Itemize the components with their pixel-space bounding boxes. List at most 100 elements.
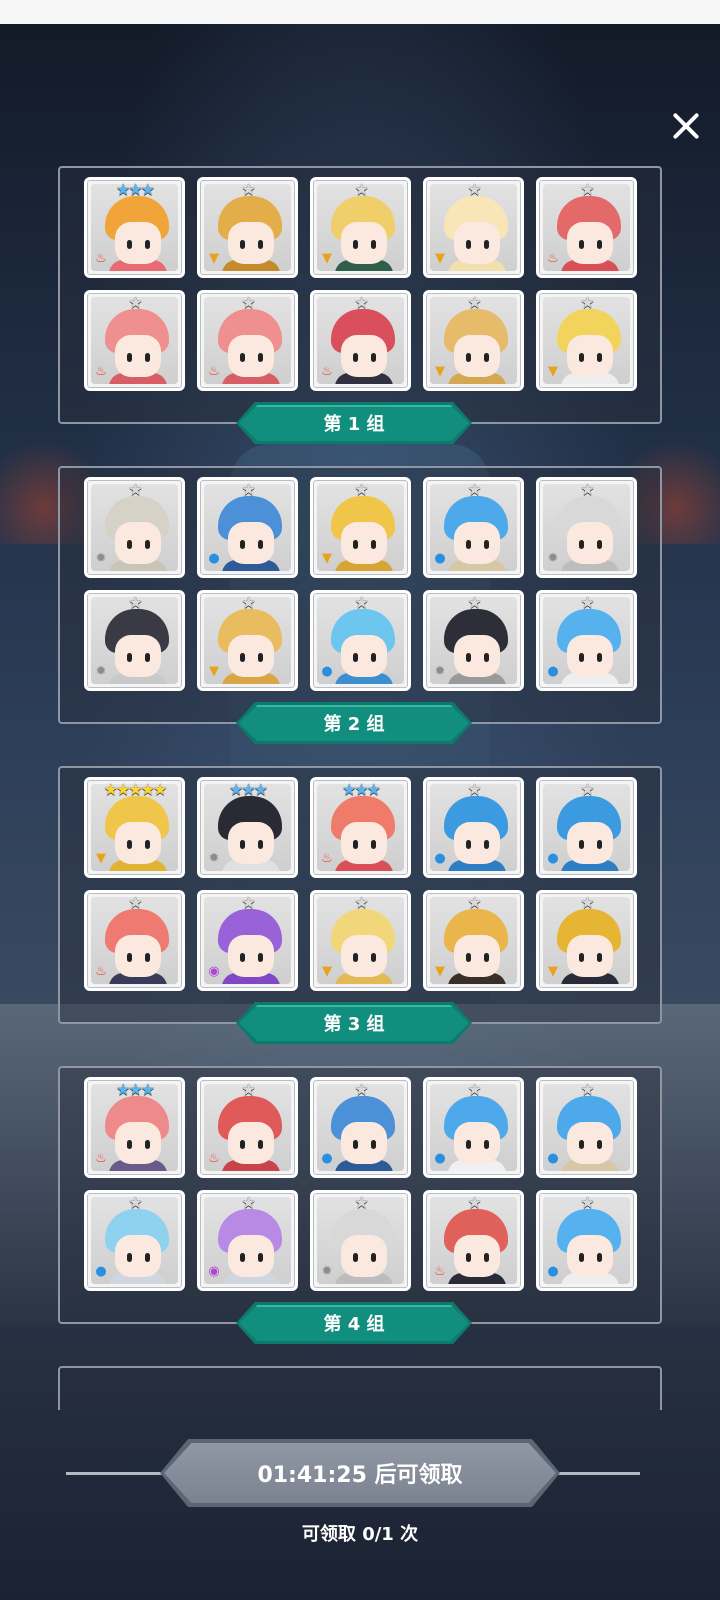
hero-group-panel: ★ ✹ ★ ● ★ ▼ ★ ● ★ ✹ ★ ✹ ★ ▼ ★ ● ★ ✹ ★ ● xyxy=(58,466,662,724)
hero-card[interactable]: ★ ♨ xyxy=(197,290,298,391)
claim-reward-button[interactable]: 01:41:25 后可领取 xyxy=(160,1439,560,1507)
hero-face xyxy=(341,522,387,564)
group-label-badge: 第 2 组 xyxy=(236,702,472,744)
hero-eye xyxy=(466,353,471,362)
hero-card[interactable]: ★ ● xyxy=(536,1077,637,1178)
hero-card[interactable]: ★ ● xyxy=(536,1190,637,1291)
hero-card[interactable]: ★ ✹ xyxy=(536,477,637,578)
hero-eye xyxy=(127,540,132,549)
hero-card[interactable]: ★★★ ♨ xyxy=(84,177,185,278)
hero-card[interactable]: ★★★ ✹ xyxy=(197,777,298,878)
hero-face xyxy=(115,335,161,377)
hero-eye xyxy=(240,1140,245,1149)
hero-card[interactable]: ★ ● xyxy=(310,1077,411,1178)
hero-eye xyxy=(127,953,132,962)
hero-card[interactable]: ★ ◉ xyxy=(197,1190,298,1291)
hero-card[interactable]: ★ ▼ xyxy=(310,177,411,278)
hero-card[interactable]: ★ ● xyxy=(310,590,411,691)
star-rating: ★ xyxy=(467,180,481,199)
claim-count-text: 可领取 0/1 次 xyxy=(301,1524,419,1545)
star-rating: ★ xyxy=(467,593,481,612)
hero-face xyxy=(454,935,500,977)
hero-eye xyxy=(258,240,263,249)
hero-card[interactable]: ★ ◉ xyxy=(197,890,298,991)
star-rating: ★ xyxy=(580,480,594,499)
hero-eye xyxy=(240,540,245,549)
hero-face xyxy=(115,222,161,264)
hero-eye xyxy=(127,653,132,662)
group-list[interactable]: ★★★ ♨ ★ ▼ ★ ▼ ★ ▼ ★ ♨ ★ ♨ ★ ♨ ★ ♨ ★ ▼ ★ ▼ 第 1 组 ★ ✹ ★ ● ★ ▼ ★ ● ★ ✹ ★ ✹ ★… xyxy=(0,160,720,1410)
hero-eye xyxy=(371,1140,376,1149)
group-label: 第 1 组 xyxy=(323,414,385,435)
hero-card[interactable]: ★ ▼ xyxy=(536,290,637,391)
hero-face xyxy=(115,1122,161,1164)
close-icon xyxy=(671,111,701,141)
hero-card[interactable]: ★ ● xyxy=(423,777,524,878)
hero-card[interactable]: ★ ✹ xyxy=(84,477,185,578)
hero-card[interactable]: ★ ▼ xyxy=(310,477,411,578)
hero-eye xyxy=(484,653,489,662)
hero-card[interactable]: ★ ▼ xyxy=(423,177,524,278)
hero-eye xyxy=(145,953,150,962)
hero-grid: ★★★ ♨ ★ ▼ ★ ▼ ★ ▼ ★ ♨ ★ ♨ ★ ♨ ★ ♨ ★ ▼ ★ ▼ xyxy=(84,177,637,391)
hero-card[interactable]: ★ ▼ xyxy=(423,290,524,391)
hero-face xyxy=(341,335,387,377)
hero-card[interactable]: ★ ♨ xyxy=(423,1190,524,1291)
gear-icon: ✹ xyxy=(321,1264,333,1279)
fire-icon: ♨ xyxy=(208,364,220,379)
hero-card[interactable]: ★ ● xyxy=(423,477,524,578)
hero-card[interactable]: ★ ▼ xyxy=(197,590,298,691)
star-rating: ★ xyxy=(354,1193,368,1212)
hero-card[interactable]: ★★★ ♨ xyxy=(310,777,411,878)
hero-face xyxy=(341,222,387,264)
hero-eye xyxy=(240,653,245,662)
hero-card[interactable]: ★ ▼ xyxy=(423,890,524,991)
hero-card[interactable]: ★ ▼ xyxy=(536,890,637,991)
hero-card[interactable]: ★ ♨ xyxy=(84,890,185,991)
hero-card[interactable]: ★★★ ♨ xyxy=(84,1077,185,1178)
hero-eye xyxy=(371,953,376,962)
close-button[interactable] xyxy=(664,104,708,148)
hero-eye xyxy=(466,653,471,662)
hero-card[interactable]: ★ ✹ xyxy=(84,590,185,691)
group-label-badge: 第 1 组 xyxy=(236,402,472,444)
hero-card[interactable]: ★ ● xyxy=(536,777,637,878)
hero-card[interactable]: ★ ● xyxy=(423,1077,524,1178)
hero-eye xyxy=(371,840,376,849)
hero-face xyxy=(228,1122,274,1164)
hero-eye xyxy=(145,240,150,249)
star-rating: ★ xyxy=(580,180,594,199)
hero-eye xyxy=(353,840,358,849)
hero-card[interactable]: ★ ● xyxy=(536,590,637,691)
hero-card[interactable]: ★★★★★ ▼ xyxy=(84,777,185,878)
hero-card[interactable]: ★ ♨ xyxy=(310,290,411,391)
hero-eye xyxy=(371,653,376,662)
hero-card[interactable]: ★ ✹ xyxy=(310,1190,411,1291)
hero-card[interactable]: ★ ▼ xyxy=(310,890,411,991)
hero-card[interactable]: ★ ▼ xyxy=(197,177,298,278)
hero-card[interactable]: ★ ✹ xyxy=(423,590,524,691)
hero-card[interactable]: ★ ● xyxy=(197,477,298,578)
star-rating: ★ xyxy=(354,1080,368,1099)
earth-icon: ▼ xyxy=(96,851,106,866)
hero-card[interactable]: ★ ♨ xyxy=(197,1077,298,1178)
fire-icon: ♨ xyxy=(95,964,107,979)
hero-face xyxy=(228,522,274,564)
hero-eye xyxy=(127,353,132,362)
hero-face xyxy=(454,1122,500,1164)
hero-eye xyxy=(371,240,376,249)
fire-icon: ♨ xyxy=(95,364,107,379)
hero-face xyxy=(567,522,613,564)
earth-icon: ▼ xyxy=(322,251,332,266)
star-rating: ★★★ xyxy=(341,780,381,799)
hero-card[interactable]: ★ ♨ xyxy=(536,177,637,278)
hero-eye xyxy=(240,1253,245,1262)
star-rating: ★ xyxy=(467,780,481,799)
star-rating: ★ xyxy=(580,1193,594,1212)
star-rating: ★ xyxy=(354,293,368,312)
hero-card[interactable]: ★ ● xyxy=(84,1190,185,1291)
hero-eye xyxy=(145,353,150,362)
hero-card[interactable]: ★ ♨ xyxy=(84,290,185,391)
gear-icon: ✹ xyxy=(95,664,107,679)
fire-icon: ♨ xyxy=(208,1151,220,1166)
